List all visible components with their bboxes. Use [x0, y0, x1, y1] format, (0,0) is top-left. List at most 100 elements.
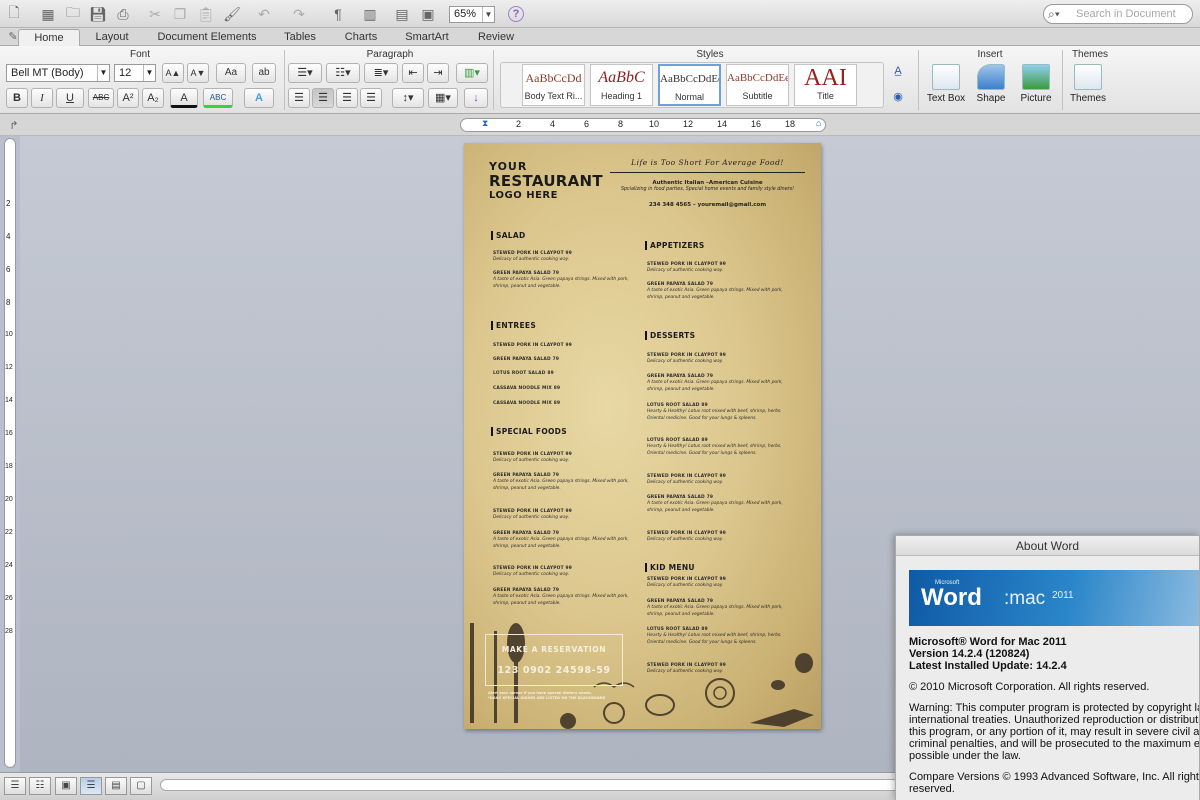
menu-subtitle: Authentic Italian –American Cuisine: [652, 180, 763, 186]
font-name-select[interactable]: Bell MT (Body) ▼: [6, 64, 110, 82]
media-browser-icon[interactable]: ▣: [418, 4, 438, 24]
multilevel-list-icon[interactable]: ≣▾: [364, 63, 398, 83]
shape-icon: [977, 64, 1005, 90]
toolbox-icon[interactable]: ▤: [392, 4, 412, 24]
italic-button[interactable]: I: [31, 88, 53, 108]
draft-view-icon[interactable]: ☰: [4, 777, 26, 795]
ruler-number: 4: [550, 119, 556, 129]
copy-icon[interactable]: ❐: [170, 4, 190, 24]
paste-icon[interactable]: 📋︎: [196, 4, 216, 24]
print-layout-view-icon[interactable]: ☰: [80, 777, 102, 795]
redo-icon[interactable]: ↷: [289, 4, 309, 24]
sidebar-icon[interactable]: ▥: [360, 4, 380, 24]
print-icon[interactable]: ⎙: [113, 4, 133, 24]
tab-smartart[interactable]: SmartArt: [396, 29, 458, 46]
sort-icon[interactable]: ↓: [464, 88, 488, 108]
columns-icon[interactable]: ▥▾: [456, 63, 488, 83]
indent-marker-icon[interactable]: ⧗: [482, 118, 488, 129]
templates-icon[interactable]: ▦: [38, 4, 58, 24]
text-styles-icon[interactable]: A̲: [886, 62, 910, 82]
ruler-number: 22: [5, 529, 13, 536]
tab-tables[interactable]: Tables: [276, 29, 324, 46]
style-label: Title: [817, 91, 834, 101]
themes-button[interactable]: Themes: [1068, 64, 1108, 104]
menu-item: GREEN PAPAYA SALAD 79: [493, 357, 560, 362]
shrink-font-button[interactable]: A▼: [187, 63, 209, 83]
horizontal-scrollbar[interactable]: [160, 779, 900, 791]
new-document-icon[interactable]: 🗋: [4, 4, 24, 24]
insert-shape-button[interactable]: Shape: [972, 64, 1010, 104]
bold-button[interactable]: B: [6, 88, 28, 108]
style-subtitle[interactable]: AaBbCcDdEe Subtitle: [726, 64, 789, 106]
open-icon[interactable]: 🗀: [63, 4, 83, 24]
tab-home[interactable]: Home: [18, 29, 80, 46]
tab-charts[interactable]: Charts: [334, 29, 388, 46]
numbering-icon[interactable]: ☷▾: [326, 63, 360, 83]
ruler-number: 8: [618, 119, 624, 129]
tab-review[interactable]: Review: [468, 29, 524, 46]
subscript-button[interactable]: A₂: [142, 88, 164, 108]
font-name-value: Bell MT (Body): [11, 67, 84, 79]
notebook-view-icon[interactable]: ▤: [105, 777, 127, 795]
pilcrow-icon[interactable]: ¶: [328, 4, 348, 24]
style-body-text[interactable]: AaBbCcDd Body Text Ri...: [522, 64, 585, 106]
text-effects-button[interactable]: A: [244, 88, 274, 108]
ruler-number: 6: [584, 119, 590, 129]
zoom-value: 65%: [454, 8, 477, 20]
clear-formatting-button[interactable]: ab: [252, 63, 276, 83]
format-painter-icon[interactable]: 🖌︎: [222, 4, 242, 24]
borders-icon[interactable]: ▦▾: [428, 88, 458, 108]
standard-toolbar: 🗋 ▦ 🗀 💾︎ ⎙ ✂ ❐ 📋︎ 🖌︎ ↶ ↷ ¶ ▥ ▤ ▣ 65% ▼ ? …: [0, 0, 1200, 28]
search-input[interactable]: ⌕▾ Search in Document: [1043, 4, 1193, 24]
zoom-select[interactable]: 65% ▼: [449, 6, 495, 23]
strikethrough-button[interactable]: ABC: [88, 88, 114, 108]
font-size-select[interactable]: 12 ▼: [114, 64, 156, 82]
product-name: Microsoft® Word for Mac 2011: [909, 636, 1067, 648]
horizontal-ruler[interactable]: ⧗ ⌂ 2 4 6 8 10 12 14 16 18: [460, 118, 826, 132]
align-center-icon[interactable]: ☰: [312, 88, 334, 108]
decrease-indent-icon[interactable]: ⇤: [402, 63, 424, 83]
ruler-number: 20: [5, 496, 13, 503]
style-normal[interactable]: AaBbCcDdEe Normal: [658, 64, 721, 106]
section-title: SALAD: [491, 231, 526, 240]
warning-text: possible under the law.: [909, 750, 1021, 762]
menu-item: CASSAVA NOODLE MIX 89: [493, 386, 561, 391]
change-case-button[interactable]: Aa: [216, 63, 246, 83]
menu-item: STEWED PORK IN CLAYPOT 99 Delicacy of aut…: [647, 353, 727, 365]
highlight-button[interactable]: ABC: [203, 88, 233, 108]
font-color-button[interactable]: A: [170, 88, 198, 108]
align-right-icon[interactable]: ☰: [336, 88, 358, 108]
tab-document-elements[interactable]: Document Elements: [148, 29, 266, 46]
reservation-box: MAKE A RESERVATION 123 0902 24598-59: [485, 634, 623, 686]
style-sample: AAI: [804, 65, 847, 91]
warning-text: criminal penalties, and will be prosecut…: [909, 738, 1200, 750]
tab-stop-icon[interactable]: ↱: [4, 115, 24, 135]
full-screen-view-icon[interactable]: ▢: [130, 777, 152, 795]
superscript-button[interactable]: A²: [117, 88, 139, 108]
bullets-icon[interactable]: ☰▾: [288, 63, 322, 83]
insert-text-box-button[interactable]: Text Box: [926, 64, 966, 104]
undo-icon[interactable]: ↶: [254, 4, 274, 24]
style-pane-icon[interactable]: ◉: [886, 88, 910, 108]
vertical-ruler[interactable]: 2 4 6 8 10 12 14 16 18 20 22 24 26 28: [4, 138, 16, 768]
help-icon[interactable]: ?: [508, 6, 524, 22]
outline-view-icon[interactable]: ☷: [29, 777, 51, 795]
grow-font-button[interactable]: A▲: [162, 63, 184, 83]
tab-layout[interactable]: Layout: [86, 29, 138, 46]
insert-picture-button[interactable]: Picture: [1016, 64, 1056, 104]
line-spacing-icon[interactable]: ↕▾: [392, 88, 424, 108]
align-left-icon[interactable]: ☰: [288, 88, 310, 108]
cut-icon[interactable]: ✂: [145, 4, 165, 24]
right-indent-icon[interactable]: ⌂: [816, 118, 821, 128]
style-sample: AaBbCcDd: [525, 71, 582, 85]
justify-icon[interactable]: ☰: [360, 88, 382, 108]
document-page[interactable]: YOUR RESTAURANT LOGO HERE Life is Too Sh…: [464, 143, 821, 729]
style-title[interactable]: AAI Title: [794, 64, 857, 106]
increase-indent-icon[interactable]: ⇥: [427, 63, 449, 83]
section-title: DESSERTS: [645, 331, 695, 340]
publishing-view-icon[interactable]: ▣: [55, 777, 77, 795]
save-icon[interactable]: 💾︎: [88, 4, 108, 24]
underline-button[interactable]: U: [56, 88, 84, 108]
style-heading-1[interactable]: AaBbC Heading 1: [590, 64, 653, 106]
group-styles-label: Styles: [696, 49, 724, 60]
